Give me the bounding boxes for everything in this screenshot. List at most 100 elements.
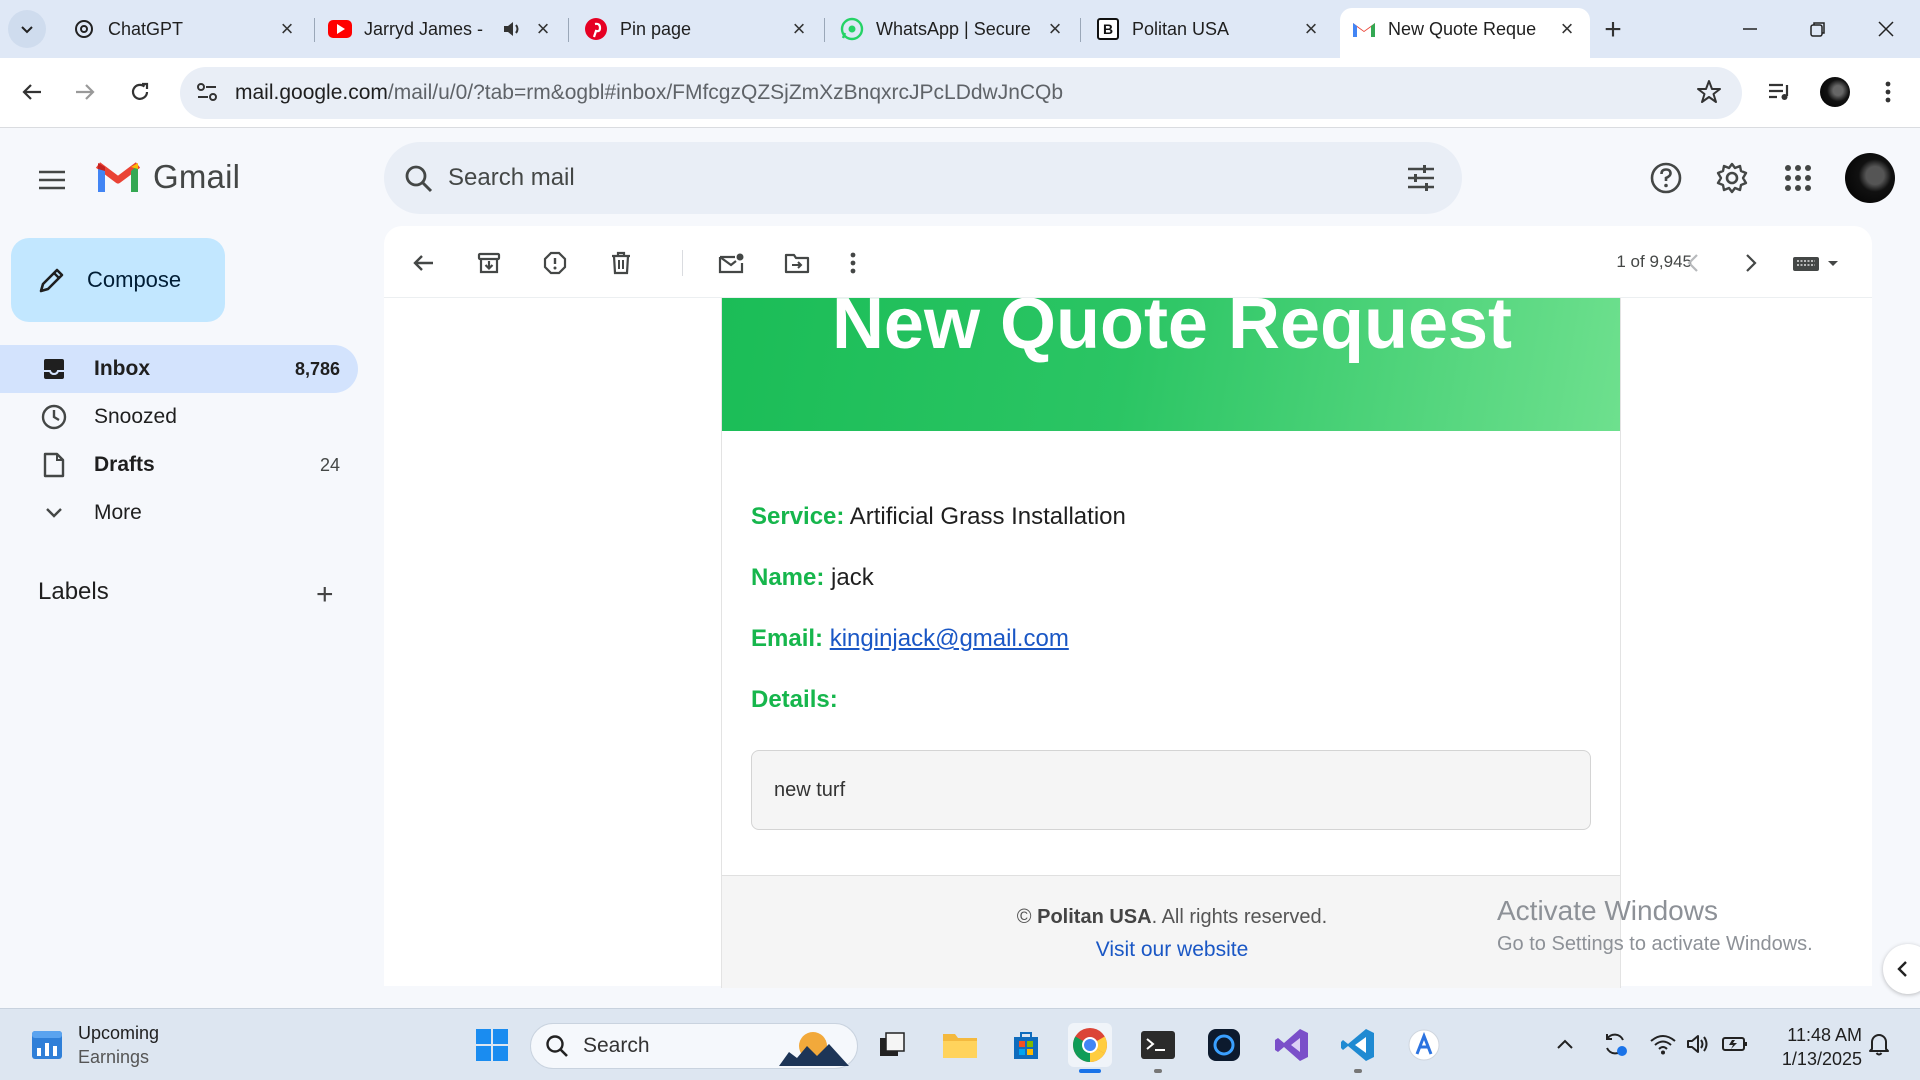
volume-tray-button[interactable] <box>1682 1027 1716 1061</box>
google-apps-button[interactable] <box>1774 154 1822 202</box>
terminal-button[interactable] <box>1136 1023 1180 1073</box>
visual-studio-button[interactable] <box>1270 1023 1314 1067</box>
new-tab-button[interactable]: + <box>1595 12 1631 48</box>
sidebar-item-more[interactable]: More <box>0 489 358 537</box>
visit-website-link[interactable]: Visit our website <box>722 938 1620 962</box>
tab-politan[interactable]: B Politan USA × <box>1084 8 1334 50</box>
wifi-icon <box>1650 1035 1676 1055</box>
unread-count: 8,786 <box>294 358 340 379</box>
newer-message-button[interactable] <box>1676 246 1710 280</box>
restore-icon <box>1810 22 1825 37</box>
tab-close-icon[interactable]: × <box>1556 16 1578 41</box>
create-label-plus-icon[interactable]: + <box>316 578 334 612</box>
tab-close-icon[interactable]: × <box>1044 16 1066 41</box>
url-path: /mail/u/0/?tab=rm&ogbl#inbox/FMfcgzQZSjZ… <box>387 81 1064 104</box>
gear-icon <box>1716 162 1748 194</box>
widgets-button[interactable]: Upcoming Earnings <box>30 1021 159 1069</box>
gmail-logo[interactable]: Gmail <box>95 158 240 196</box>
browser-menu-button[interactable] <box>1868 72 1908 112</box>
search-icon <box>546 1035 568 1057</box>
sidebar-item-drafts[interactable]: Drafts 24 <box>0 441 358 489</box>
chevron-down-icon <box>21 26 33 34</box>
file-explorer-button[interactable] <box>938 1023 982 1067</box>
search-bar[interactable] <box>384 142 1462 214</box>
media-control-button[interactable] <box>1760 72 1800 112</box>
vscode-button[interactable] <box>1336 1023 1380 1073</box>
tab-chatgpt[interactable]: ChatGPT × <box>60 8 310 50</box>
delete-button[interactable] <box>604 246 638 280</box>
tab-title: Politan USA <box>1132 18 1230 39</box>
sidebar-item-inbox[interactable]: Inbox 8,786 <box>0 345 358 393</box>
tab-close-icon[interactable]: × <box>276 16 298 41</box>
search-icon[interactable] <box>404 164 434 194</box>
tab-whatsapp[interactable]: WhatsApp | Secure × <box>828 8 1078 50</box>
name-value: jack <box>831 564 874 591</box>
sync-tray-button[interactable] <box>1598 1027 1632 1061</box>
input-tools-button[interactable] <box>1788 246 1848 280</box>
chevron-down-icon <box>40 499 68 527</box>
email-link[interactable]: kinginjack@gmail.com <box>830 625 1069 652</box>
task-view-button[interactable] <box>870 1023 914 1067</box>
tab-youtube[interactable]: Jarryd James - × <box>316 8 566 50</box>
support-button[interactable] <box>1642 154 1690 202</box>
address-bar[interactable]: mail.google.com/mail/u/0/?tab=rm&ogbl#in… <box>180 67 1742 119</box>
search-options-icon[interactable] <box>1406 163 1436 193</box>
details-field: Details: <box>751 686 838 714</box>
account-avatar[interactable] <box>1845 153 1895 203</box>
gmail-wordmark: Gmail <box>153 158 241 195</box>
notifications-button[interactable] <box>1862 1027 1896 1061</box>
chrome-button[interactable] <box>1068 1023 1112 1073</box>
sync-icon <box>1606 1033 1627 1056</box>
tab-close-icon[interactable]: × <box>1300 16 1322 41</box>
tab-close-icon[interactable]: × <box>788 16 810 41</box>
activate-windows-watermark: Activate Windows Go to Settings to activ… <box>1497 895 1813 956</box>
tab-title: WhatsApp | Secure <box>876 18 1031 39</box>
service-field: Service: Artificial Grass Installation <box>751 503 1126 531</box>
archive-button[interactable] <box>472 246 506 280</box>
tab-close-icon[interactable]: × <box>532 16 554 41</box>
minimize-button[interactable] <box>1716 0 1784 58</box>
sidebar-item-snoozed[interactable]: Snoozed <box>0 393 358 441</box>
app-button-azure[interactable] <box>1402 1023 1446 1067</box>
url-text[interactable]: mail.google.com/mail/u/0/?tab=rm&ogbl#in… <box>235 81 1063 105</box>
report-spam-button[interactable] <box>538 246 572 280</box>
quote-banner: New Quote Request <box>722 298 1620 431</box>
back-to-inbox-button[interactable] <box>406 246 440 280</box>
tab-pinterest[interactable]: Pin page × <box>572 8 822 50</box>
more-actions-button[interactable] <box>836 246 870 280</box>
app-button-capture[interactable] <box>1202 1023 1246 1067</box>
move-to-button[interactable] <box>780 246 814 280</box>
speaker-icon[interactable] <box>502 20 522 38</box>
report-icon <box>543 251 567 275</box>
tab-gmail-active[interactable]: New Quote Reque × <box>1340 8 1590 58</box>
main-menu-button[interactable] <box>32 160 72 200</box>
tab-separator <box>314 18 315 42</box>
site-info-icon[interactable] <box>194 79 220 105</box>
show-hidden-icons-button[interactable] <box>1548 1027 1582 1061</box>
back-button[interactable] <box>12 72 52 112</box>
wifi-tray-button[interactable] <box>1646 1027 1680 1061</box>
tab-search-button[interactable] <box>8 10 46 48</box>
close-window-button[interactable] <box>1852 0 1920 58</box>
forward-button[interactable] <box>65 72 105 112</box>
media-queue-icon <box>1769 83 1789 100</box>
microsoft-store-button[interactable] <box>1004 1023 1048 1067</box>
start-button[interactable] <box>470 1023 514 1067</box>
bookmark-star-icon[interactable] <box>1696 79 1722 105</box>
taskbar-search[interactable]: Search <box>530 1023 858 1069</box>
compose-button[interactable]: Compose <box>11 238 225 322</box>
mark-unread-button[interactable] <box>714 246 748 280</box>
older-message-button[interactable] <box>1734 246 1768 280</box>
battery-tray-button[interactable] <box>1718 1027 1752 1061</box>
settings-button[interactable] <box>1708 154 1756 202</box>
reload-button[interactable] <box>120 72 160 112</box>
tab-separator <box>568 18 569 42</box>
details-key: Details: <box>751 686 838 713</box>
side-panel-toggle[interactable] <box>1883 944 1920 994</box>
sidebar-item-label: Drafts <box>94 453 155 476</box>
search-input[interactable] <box>448 154 1348 202</box>
tab-title: Jarryd James - <box>364 18 484 39</box>
profile-button[interactable] <box>1815 72 1855 112</box>
restore-button[interactable] <box>1784 0 1852 58</box>
system-clock[interactable]: 11:48 AM 1/13/2025 <box>1772 1023 1862 1071</box>
